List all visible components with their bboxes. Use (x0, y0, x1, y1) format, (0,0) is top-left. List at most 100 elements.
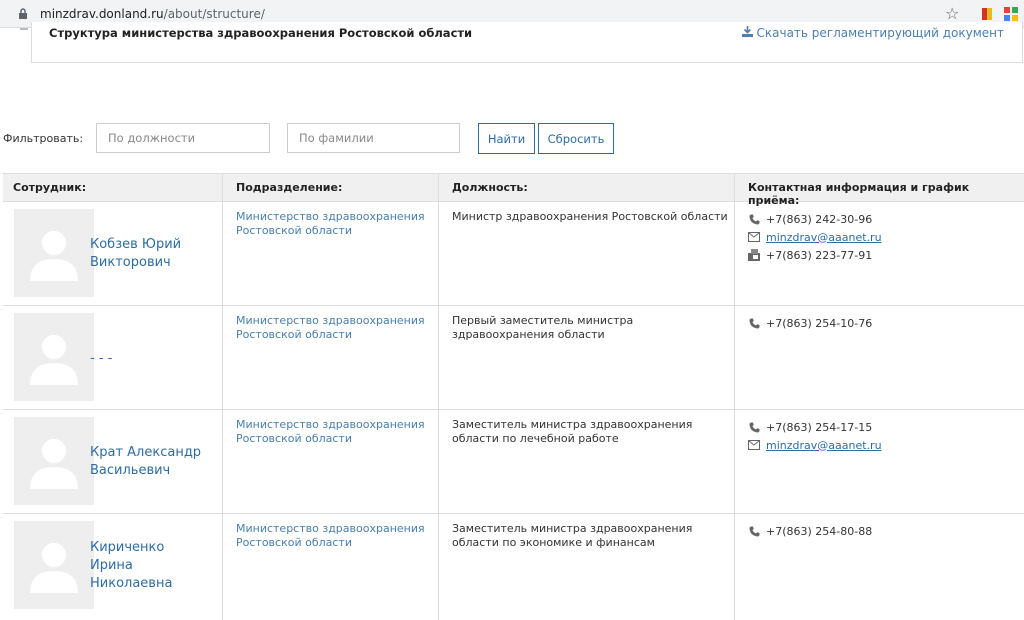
position-line: области по лечебной работе (452, 432, 619, 445)
column-divider (734, 514, 735, 620)
table-row: - - - Министерство здравоохранения Росто… (3, 306, 1024, 410)
employee-name-link[interactable]: Кобзев Юрий Викторович (90, 236, 181, 272)
department-line: Министерство здравоохранения (236, 210, 425, 223)
employee-name-line: Николаевна (90, 576, 173, 591)
position-line: области по экономике и финансам (452, 536, 655, 549)
column-divider (734, 306, 735, 409)
avatar (14, 209, 94, 297)
table-row: Крат Александр Васильевич Министерство з… (3, 410, 1024, 514)
column-divider (438, 306, 439, 409)
department-line: Ростовской области (236, 224, 352, 237)
column-divider (734, 202, 735, 305)
employee-name-line: Крат Александр (90, 445, 202, 460)
extension-icon[interactable] (1004, 6, 1018, 21)
download-link-label: Скачать регламентирующий документ (756, 26, 1005, 40)
header-department: Подразделение: (236, 181, 343, 194)
download-document-link[interactable]: Скачать регламентирующий документ (741, 26, 1005, 40)
position-filter-input[interactable] (96, 123, 270, 153)
table-row: Кириченко Ирина Николаевна Министерство … (3, 514, 1024, 620)
staff-table: Сотрудник: Подразделение: Должность: Кон… (3, 173, 1024, 620)
avatar (14, 521, 94, 609)
email-icon (748, 231, 760, 243)
phone-icon (748, 317, 760, 329)
department-line: Министерство здравоохранения (236, 418, 425, 431)
column-divider (438, 514, 439, 620)
phone-icon (748, 421, 760, 433)
department-line: Ростовской области (236, 536, 352, 549)
lock-icon (14, 5, 32, 23)
employee-name-line: Ирина (90, 558, 133, 573)
department-link[interactable]: Министерство здравоохранения Ростовской … (236, 418, 436, 446)
email-link[interactable]: minzdrav@aaanet.ru (766, 439, 882, 452)
star-icon[interactable]: ☆ (945, 4, 959, 23)
page-title: Структура министерства здравоохранения Р… (49, 26, 473, 40)
phone-number: +7(863) 254-17-15 (766, 420, 873, 434)
employee-name-link[interactable]: Кириченко Ирина Николаевна (90, 539, 172, 593)
surname-filter-input[interactable] (287, 123, 460, 153)
contact-info: +7(863) 242-30-96 minzdrav@aaanet.ru +7(… (748, 210, 882, 264)
table-row: Кобзев Юрий Викторович Министерство здра… (3, 202, 1024, 306)
table-header: Сотрудник: Подразделение: Должность: Кон… (3, 173, 1024, 207)
extension-icon[interactable] (980, 6, 994, 20)
header-employee: Сотрудник: (13, 181, 87, 194)
employee-name-line: Кириченко (90, 540, 165, 555)
position-line: Первый заместитель министра (452, 314, 634, 327)
employee-name-link[interactable]: - - - (90, 350, 112, 368)
position-line: здравоохранения области (452, 328, 605, 341)
department-line: Ростовской области (236, 432, 352, 445)
avatar (14, 417, 94, 505)
position-text: Первый заместитель министра здравоохране… (452, 314, 732, 342)
employee-name-link[interactable]: Крат Александр Васильевич (90, 444, 201, 480)
employee-name-line: Кобзев Юрий (90, 237, 182, 252)
department-line: Министерство здравоохранения (236, 314, 425, 327)
address-bar[interactable]: minzdrav.donland.ru/about/structure/ (6, 3, 966, 24)
department-line: Министерство здравоохранения (236, 522, 425, 535)
position-text: Заместитель министра здравоохранения обл… (452, 522, 732, 550)
department-link[interactable]: Министерство здравоохранения Ростовской … (236, 314, 436, 342)
position-line: Заместитель министра здравоохранения (452, 522, 693, 535)
column-divider (222, 514, 223, 620)
column-divider (438, 410, 439, 513)
column-divider (438, 202, 439, 305)
download-icon (741, 26, 753, 40)
department-line: Ростовской области (236, 328, 352, 341)
column-divider (222, 306, 223, 409)
url-domain: minzdrav.donland.ru (40, 6, 164, 21)
avatar-placeholder-icon (30, 439, 78, 489)
email-icon (748, 439, 760, 451)
email-link[interactable]: minzdrav@aaanet.ru (766, 231, 882, 244)
column-divider (222, 410, 223, 513)
column-divider (222, 174, 223, 201)
filter-label: Фильтровать: (3, 132, 84, 145)
contact-info: +7(863) 254-10-76 (748, 314, 872, 332)
employee-name-line: Васильевич (90, 463, 171, 478)
find-button[interactable]: Найти (478, 123, 535, 154)
column-divider (222, 202, 223, 305)
column-divider (734, 410, 735, 513)
reset-button[interactable]: Сбросить (538, 123, 614, 154)
column-divider (438, 174, 439, 201)
avatar-placeholder-icon (30, 231, 78, 281)
url-path: /about/structure/ (163, 6, 265, 21)
divider (20, 28, 28, 30)
phone-icon (748, 525, 760, 537)
employee-name-line: Викторович (90, 255, 171, 270)
position-text: Заместитель министра здравоохранения обл… (452, 418, 732, 446)
department-link[interactable]: Министерство здравоохранения Ростовской … (236, 522, 436, 550)
employee-name-line: - - - (90, 351, 113, 366)
phone-number: +7(863) 254-80-88 (766, 524, 873, 538)
contact-info: +7(863) 254-17-15 minzdrav@aaanet.ru (748, 418, 882, 454)
header-position: Должность: (452, 181, 528, 194)
position-line: Министр здравоохранения Ростовской облас… (452, 210, 728, 223)
phone-number: +7(863) 254-10-76 (766, 316, 873, 330)
avatar-placeholder-icon (30, 335, 78, 385)
fax-number: +7(863) 223-77-91 (766, 248, 873, 262)
position-line: Заместитель министра здравоохранения (452, 418, 693, 431)
department-link[interactable]: Министерство здравоохранения Ростовской … (236, 210, 436, 238)
position-text: Министр здравоохранения Ростовской облас… (452, 210, 732, 224)
fax-icon (748, 249, 760, 261)
phone-icon (748, 213, 760, 225)
phone-number: +7(863) 242-30-96 (766, 212, 873, 226)
column-divider (734, 174, 735, 201)
avatar-placeholder-icon (30, 543, 78, 593)
